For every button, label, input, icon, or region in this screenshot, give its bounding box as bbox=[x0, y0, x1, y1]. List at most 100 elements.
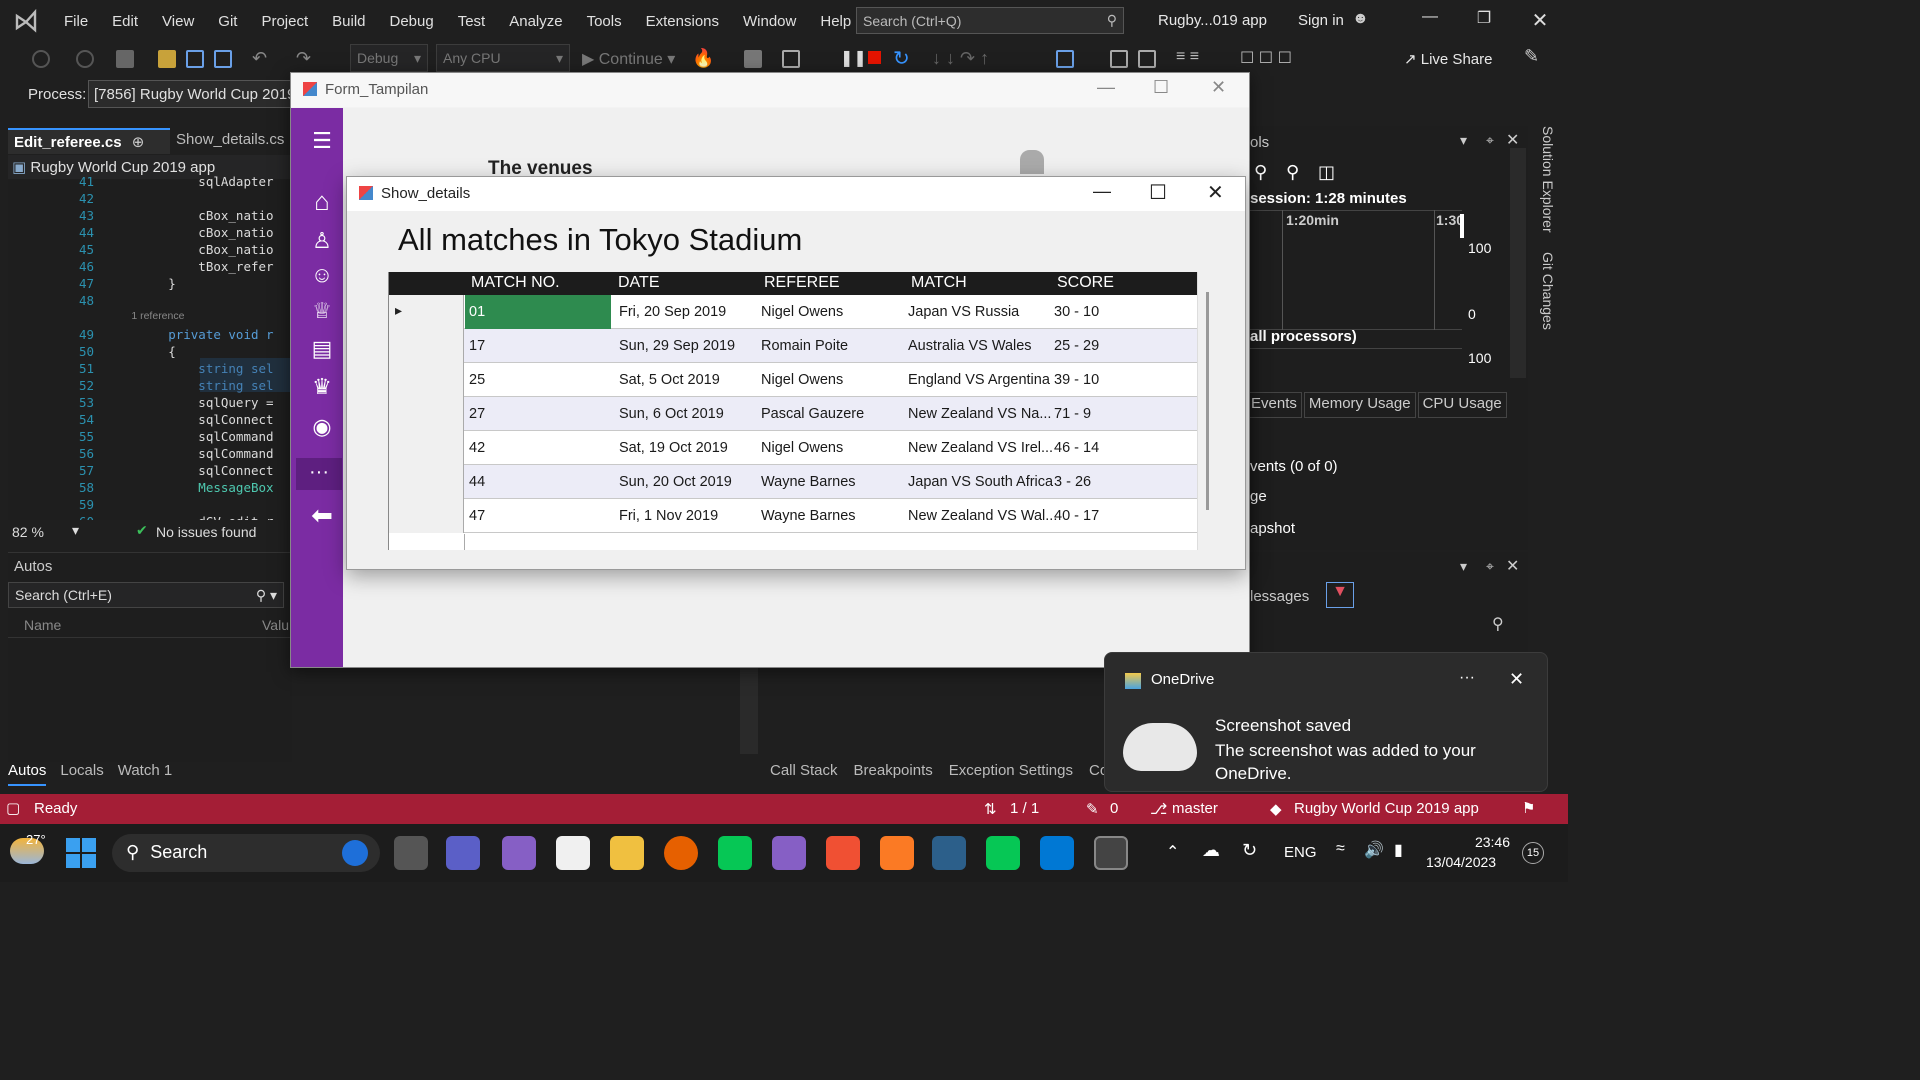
visual-studio-icon[interactable] bbox=[502, 836, 536, 870]
microsoft-store-icon[interactable] bbox=[556, 836, 590, 870]
cell-date[interactable]: Sun, 20 Oct 2019 bbox=[619, 474, 732, 490]
notifications-icon[interactable]: ⚑ bbox=[1522, 799, 1535, 817]
toast-more-icon[interactable]: ··· bbox=[1459, 669, 1475, 687]
debug-tab[interactable]: Breakpoints bbox=[854, 762, 933, 779]
cell-match[interactable]: Japan VS Russia bbox=[908, 304, 1019, 320]
firefox-icon[interactable] bbox=[664, 836, 698, 870]
cell-date[interactable]: Sat, 5 Oct 2019 bbox=[619, 372, 720, 388]
col-score[interactable]: SCORE bbox=[1057, 274, 1114, 292]
menu-item[interactable]: Window bbox=[731, 13, 808, 30]
pointer-icon[interactable] bbox=[1110, 50, 1128, 68]
form-minimize-icon[interactable]: — bbox=[1097, 77, 1115, 98]
step-into-icon[interactable]: ↓ ↓ ↷ ↑ bbox=[932, 48, 989, 69]
col-date[interactable]: DATE bbox=[618, 274, 659, 292]
mysql-icon[interactable] bbox=[932, 836, 966, 870]
cell-match[interactable]: Australia VS Wales bbox=[908, 338, 1032, 354]
diagnostic-tab[interactable]: CPU Usage bbox=[1417, 392, 1507, 418]
cell-score[interactable]: 25 - 29 bbox=[1054, 338, 1099, 354]
clock-time[interactable]: 23:46 bbox=[1468, 834, 1510, 850]
onedrive-toast[interactable]: OneDrive ··· ✕ Screenshot saved The scre… bbox=[1104, 652, 1548, 792]
hot-reload-icon[interactable]: 🔥 bbox=[692, 48, 714, 69]
stop-icon[interactable] bbox=[868, 51, 881, 64]
zoom-in-icon[interactable]: ⚲ bbox=[1254, 162, 1267, 183]
sign-in-link[interactable]: Sign in bbox=[1298, 12, 1344, 29]
table-row[interactable]: 42 Sat, 19 Oct 2019 Nigel Owens New Zealand… bbox=[389, 431, 1197, 465]
cell-referee[interactable]: Wayne Barnes bbox=[761, 508, 856, 524]
menu-item[interactable]: Git bbox=[206, 13, 249, 30]
pin-icon[interactable]: ⊕ bbox=[132, 134, 145, 151]
back-icon[interactable] bbox=[32, 50, 50, 68]
zoom-out-icon[interactable]: ⚲ bbox=[1286, 162, 1299, 183]
back-arrow-icon[interactable]: ⬅ bbox=[307, 500, 337, 530]
cell-score[interactable]: 46 - 14 bbox=[1054, 440, 1099, 456]
menu-item[interactable]: Extensions bbox=[634, 13, 731, 30]
table-row[interactable]: 27 Sun, 6 Oct 2019 Pascal Gauzere New Zeala… bbox=[389, 397, 1197, 431]
feedback-icon[interactable]: ✎ bbox=[1524, 46, 1539, 67]
clock-date[interactable]: 13/04/2023 bbox=[1426, 854, 1496, 870]
process-dropdown[interactable]: [7856] Rugby World Cup 2019 bbox=[88, 80, 298, 108]
cell-match[interactable]: England VS Argentina bbox=[908, 372, 1050, 388]
menu-item[interactable]: Tools bbox=[575, 13, 634, 30]
minimize-icon[interactable]: — bbox=[1418, 8, 1442, 32]
xampp-icon[interactable] bbox=[880, 836, 914, 870]
table-row[interactable]: 25 Sat, 5 Oct 2019 Nigel Owens England VS A… bbox=[389, 363, 1197, 397]
menu-item[interactable]: View bbox=[150, 13, 206, 30]
file-explorer-icon[interactable] bbox=[610, 836, 644, 870]
save-icon[interactable] bbox=[186, 50, 204, 68]
menu-item[interactable]: Debug bbox=[378, 13, 446, 30]
pin-icon[interactable]: ⌖ bbox=[1486, 558, 1494, 575]
cell-no[interactable]: 47 bbox=[469, 508, 485, 524]
configuration-dropdown[interactable]: Debug ▾ bbox=[350, 44, 428, 72]
save-all-icon[interactable] bbox=[214, 50, 232, 68]
more-icon[interactable]: ··· bbox=[296, 458, 342, 490]
col-match-no[interactable]: MATCH NO. bbox=[471, 274, 560, 292]
line-2-icon[interactable] bbox=[986, 836, 1020, 870]
teams-icon[interactable] bbox=[446, 836, 480, 870]
cell-match[interactable]: New Zealand VS Irel... bbox=[908, 440, 1053, 456]
line-icon[interactable] bbox=[718, 836, 752, 870]
new-project-icon[interactable] bbox=[116, 50, 134, 68]
cell-match[interactable]: Japan VS South Africa bbox=[908, 474, 1053, 490]
onedrive-tray-icon[interactable]: ☁ bbox=[1202, 840, 1220, 861]
vscode-icon[interactable] bbox=[1040, 836, 1074, 870]
notification-badge[interactable]: 15 bbox=[1522, 842, 1544, 864]
hamburger-menu-icon[interactable]: ☰ bbox=[307, 128, 337, 158]
panel-close-icon[interactable]: ✕ bbox=[1506, 130, 1519, 150]
cell-referee[interactable]: Nigel Owens bbox=[761, 440, 843, 456]
cell-score[interactable]: 40 - 17 bbox=[1054, 508, 1099, 524]
git-icon[interactable] bbox=[826, 836, 860, 870]
scrollbar[interactable] bbox=[1510, 148, 1526, 378]
account-icon[interactable]: ☻ bbox=[1352, 10, 1369, 28]
chart-icon[interactable]: ◫ bbox=[1318, 162, 1335, 183]
git-branch[interactable]: master bbox=[1172, 800, 1218, 817]
windows-start-icon[interactable] bbox=[66, 838, 96, 868]
wifi-icon[interactable]: ≈ bbox=[1336, 840, 1345, 858]
chevron-up-icon[interactable]: ⌃ bbox=[1166, 842, 1179, 862]
cell-score[interactable]: 30 - 10 bbox=[1054, 304, 1099, 320]
home-icon[interactable]: ⌂ bbox=[307, 186, 337, 216]
cell-date[interactable]: Fri, 1 Nov 2019 bbox=[619, 508, 718, 524]
threads-icon[interactable] bbox=[1138, 50, 1156, 68]
live-share-button[interactable]: ↗ Live Share bbox=[1404, 50, 1492, 68]
redo-icon[interactable]: ↷ bbox=[296, 48, 311, 69]
form-maximize-icon[interactable]: ☐ bbox=[1153, 77, 1169, 98]
restore-icon[interactable]: ❐ bbox=[1472, 8, 1496, 32]
pause-icon[interactable]: ❚❚ bbox=[840, 48, 867, 68]
menu-item[interactable]: Analyze bbox=[497, 13, 574, 30]
menu-item[interactable]: Test bbox=[446, 13, 498, 30]
cell-date[interactable]: Sun, 29 Sep 2019 bbox=[619, 338, 735, 354]
visual-studio-2-icon[interactable] bbox=[772, 836, 806, 870]
cell-no[interactable]: 25 bbox=[469, 372, 485, 388]
cell-match[interactable]: New Zealand VS Wal... bbox=[908, 508, 1057, 524]
toast-close-icon[interactable]: ✕ bbox=[1509, 669, 1524, 690]
comment-icon[interactable]: ≡ ≡ bbox=[1176, 48, 1199, 66]
messages-tab[interactable]: lessages bbox=[1250, 588, 1309, 605]
row-header[interactable] bbox=[389, 397, 464, 431]
take-snapshot-button[interactable]: apshot bbox=[1250, 520, 1295, 537]
grid-scrollbar[interactable] bbox=[1206, 292, 1209, 510]
sync-icon[interactable]: ↻ bbox=[1242, 840, 1257, 861]
row-header[interactable] bbox=[389, 329, 464, 363]
cell-match[interactable]: New Zealand VS Na... bbox=[908, 406, 1051, 422]
menu-item[interactable]: File bbox=[52, 13, 100, 30]
cell-referee[interactable]: Nigel Owens bbox=[761, 304, 843, 320]
